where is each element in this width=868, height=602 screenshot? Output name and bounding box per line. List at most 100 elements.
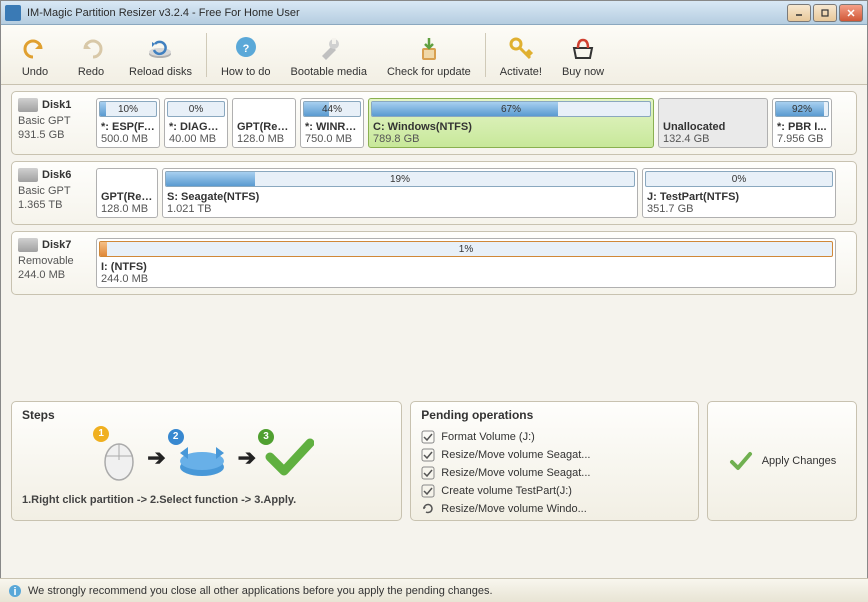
- disk-panel: Disk7Removable244.0 MB1%I: (NTFS)244.0 M…: [11, 231, 857, 295]
- title-bar: IM-Magic Partition Resizer v3.2.4 - Free…: [1, 1, 867, 25]
- window-title: IM-Magic Partition Resizer v3.2.4 - Free…: [27, 7, 787, 19]
- disk-area: Disk1 Basic GPT931.5 GB 10% *: ESP(FA...500…: [1, 85, 867, 307]
- partition-label: C: Windows(NTFS): [373, 121, 649, 133]
- usage-percent: 67%: [372, 102, 650, 117]
- steps-title: Steps: [22, 408, 391, 422]
- disk-name: Disk1: [18, 98, 92, 112]
- usage-percent: 0%: [646, 172, 832, 187]
- activate-button[interactable]: Activate!: [494, 30, 548, 80]
- check-update-button[interactable]: Check for update: [381, 30, 477, 80]
- disk-icon: [18, 98, 38, 112]
- apply-changes-button[interactable]: Apply Changes: [707, 401, 857, 521]
- partition-label: GPT(Res...: [101, 191, 153, 203]
- reload-icon: [145, 32, 175, 66]
- usage-percent: 0%: [168, 102, 224, 117]
- buy-now-button[interactable]: Buy now: [556, 30, 610, 80]
- disk-icon: [18, 238, 38, 252]
- disk-name: Disk6: [18, 168, 92, 182]
- undo-icon: [21, 32, 49, 66]
- partition-size: 500.0 MB: [101, 133, 155, 145]
- partition-label: GPT(Res...: [237, 121, 291, 133]
- pending-panel: Pending operations Format Volume (J:) Res…: [410, 401, 699, 521]
- pending-item-text: Resize/Move volume Seagat...: [441, 467, 590, 479]
- usage-bar: 0%: [167, 101, 225, 117]
- disk-size: 244.0 MB: [18, 268, 92, 282]
- step-3: 3: [264, 435, 314, 482]
- pending-item[interactable]: Resize/Move volume Seagat...: [421, 446, 688, 464]
- help-icon: ?: [231, 32, 261, 66]
- partition-label: *: PBR I...: [777, 121, 827, 133]
- partition-size: 750.0 MB: [305, 133, 359, 145]
- arrow-icon: ➔: [147, 445, 165, 471]
- partition[interactable]: GPT(Res...128.0 MB: [232, 98, 296, 148]
- step-2: 2: [174, 435, 230, 482]
- redo-button[interactable]: Redo: [67, 30, 115, 80]
- pending-item[interactable]: Resize/Move volume Windo...: [421, 500, 688, 518]
- step-1: 1: [99, 432, 139, 485]
- partition-size: 7.956 GB: [777, 133, 827, 145]
- pending-item-text: Resize/Move volume Windo...: [441, 503, 587, 515]
- partition[interactable]: 92% *: PBR I...7.956 GB: [772, 98, 832, 148]
- check-icon: [421, 430, 435, 444]
- usage-bar: 0%: [645, 171, 833, 187]
- app-icon: [5, 5, 21, 21]
- usage-bar: 10%: [99, 101, 157, 117]
- partition-label: J: TestPart(NTFS): [647, 191, 831, 203]
- partition-size: 40.00 MB: [169, 133, 223, 145]
- key-icon: [506, 32, 536, 66]
- pending-item[interactable]: Format Volume (J:): [421, 428, 688, 446]
- how-to-do-button[interactable]: ? How to do: [215, 30, 277, 80]
- bottom-panels: Steps 1 ➔ 2 ➔ 3 1.Right click partition …: [1, 395, 867, 527]
- usage-bar: 44%: [303, 101, 361, 117]
- disk-type: Removable: [18, 254, 92, 268]
- reload-disks-button[interactable]: Reload disks: [123, 30, 198, 80]
- update-icon: [414, 32, 444, 66]
- partition-label: *: WINRE...: [305, 121, 359, 133]
- disk-panel: Disk1 Basic GPT931.5 GB 10% *: ESP(FA...500…: [11, 91, 857, 155]
- partition-size: 789.8 GB: [373, 133, 649, 145]
- maximize-button[interactable]: [813, 4, 837, 22]
- pending-item[interactable]: Create volume TestPart(J:): [421, 482, 688, 500]
- partition[interactable]: 0%*: DIAGS...40.00 MB: [164, 98, 228, 148]
- steps-text: 1.Right click partition -> 2.Select func…: [22, 494, 391, 506]
- pending-item-text: Resize/Move volume Seagat...: [441, 449, 590, 461]
- pending-title: Pending operations: [421, 408, 688, 422]
- partition[interactable]: 0%J: TestPart(NTFS)351.7 GB: [642, 168, 836, 218]
- apply-icon: [728, 448, 754, 474]
- usage-percent: 92%: [776, 102, 828, 117]
- info-icon: i: [8, 584, 22, 598]
- disk-panel: Disk6Basic GPT1.365 TBGPT(Res...128.0 MB…: [11, 161, 857, 225]
- pending-item-text: Create volume TestPart(J:): [441, 485, 572, 497]
- usage-bar: 92%: [775, 101, 829, 117]
- svg-text:?: ?: [242, 43, 249, 55]
- partition[interactable]: 10% *: ESP(FA...500.0 MB: [96, 98, 160, 148]
- disk-size: 931.5 GB: [18, 128, 92, 142]
- step-1-badge: 1: [93, 426, 109, 442]
- minimize-button[interactable]: [787, 4, 811, 22]
- partition[interactable]: 1%I: (NTFS)244.0 MB: [96, 238, 836, 288]
- pending-list[interactable]: Format Volume (J:) Resize/Move volume Sea…: [421, 428, 688, 518]
- partition[interactable]: 19%S: Seagate(NTFS)1.021 TB: [162, 168, 638, 218]
- partition[interactable]: GPT(Res...128.0 MB: [96, 168, 158, 218]
- partition[interactable]: 67% C: Windows(NTFS)789.8 GB: [368, 98, 654, 148]
- refresh-icon: [421, 502, 435, 516]
- pending-item-text: Format Volume (J:): [441, 431, 535, 443]
- basket-icon: [568, 32, 598, 66]
- usage-bar: 67%: [371, 101, 651, 117]
- status-text: We strongly recommend you close all othe…: [28, 585, 493, 597]
- disk-type: Basic GPT: [18, 114, 92, 128]
- arrow-icon: ➔: [238, 445, 256, 471]
- step-2-badge: 2: [168, 429, 184, 445]
- bootable-media-button[interactable]: Bootable media: [285, 30, 373, 80]
- partition-label: *: ESP(FA...: [101, 121, 155, 133]
- partition[interactable]: Unallocated132.4 GB: [658, 98, 768, 148]
- partition[interactable]: 44% *: WINRE...750.0 MB: [300, 98, 364, 148]
- close-button[interactable]: [839, 4, 863, 22]
- disk-icon: [18, 168, 38, 182]
- usage-percent: 1%: [100, 242, 832, 257]
- partition-size: 132.4 GB: [663, 133, 763, 145]
- partition-label: S: Seagate(NTFS): [167, 191, 633, 203]
- pending-item[interactable]: Resize/Move volume Seagat...: [421, 464, 688, 482]
- disk-size: 1.365 TB: [18, 198, 92, 212]
- undo-button[interactable]: Undo: [11, 30, 59, 80]
